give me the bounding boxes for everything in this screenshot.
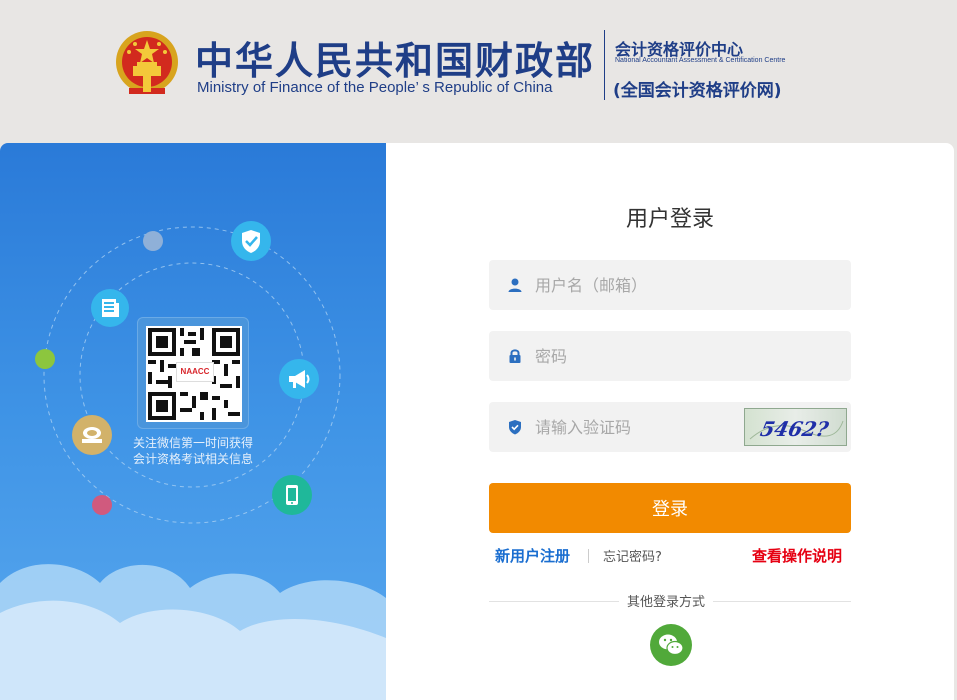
register-link[interactable]: 新用户注册 [495,545,570,566]
forgot-password-link[interactable]: 忘记密码? [603,546,662,565]
qr-caption: 关注微信第一时间获得 会计资格考试相关信息 [118,435,268,467]
certificate-icon [72,415,112,455]
login-title: 用户登录 [625,207,714,232]
captcha-image[interactable]: 5462? [744,408,847,446]
captcha-field[interactable]: 5462? [489,402,851,452]
ministry-title-cn: 中华人民共和国财政部 [195,39,596,83]
wechat-icon [659,634,684,656]
login-button[interactable]: 登录 [489,483,851,533]
login-card: 用户登录 5462? 登录 新用户注册 忘记密码? 查看操作说 [386,143,954,700]
qr-badge-logo: NAACC [176,362,214,382]
qr-caption-line2: 会计资格考试相关信息 [132,452,253,466]
password-field[interactable] [489,331,851,381]
center-title-en: National Accountant Assessment & Certifi… [615,57,786,64]
username-input[interactable] [535,260,735,310]
help-link[interactable]: 查看操作说明 [752,545,842,566]
user-icon [508,278,522,292]
mobile-icon [272,475,312,515]
national-emblem-icon [116,31,178,94]
wechat-login-button[interactable] [650,624,692,666]
captcha-input[interactable] [535,402,735,452]
other-login-label: 其他登录方式 [619,591,714,610]
shield-icon [231,221,271,261]
news-icon [91,289,129,327]
lock-icon [509,349,521,363]
shield-check-icon [509,420,521,435]
header-divider [604,30,605,100]
captcha-text-graphic: 5462? [749,417,844,441]
username-field[interactable] [489,260,851,310]
megaphone-icon [279,359,319,399]
captcha-text: 5462? [758,417,831,441]
wechat-qr-code: NAACC [137,317,249,429]
promo-panel: NAACC 关注微信第一时间获得 会计资格考试相关信息 [0,143,386,700]
qr-caption-line1: 关注微信第一时间获得 [132,436,253,450]
header: 中华人民共和国财政部 Ministry of Finance of the Pe… [0,0,957,143]
link-separator [588,549,589,563]
center-network-title: (全国会计资格评价网) [613,81,782,101]
ministry-title-en: Ministry of Finance of the People’ s Rep… [197,79,553,96]
password-input[interactable] [535,331,735,381]
